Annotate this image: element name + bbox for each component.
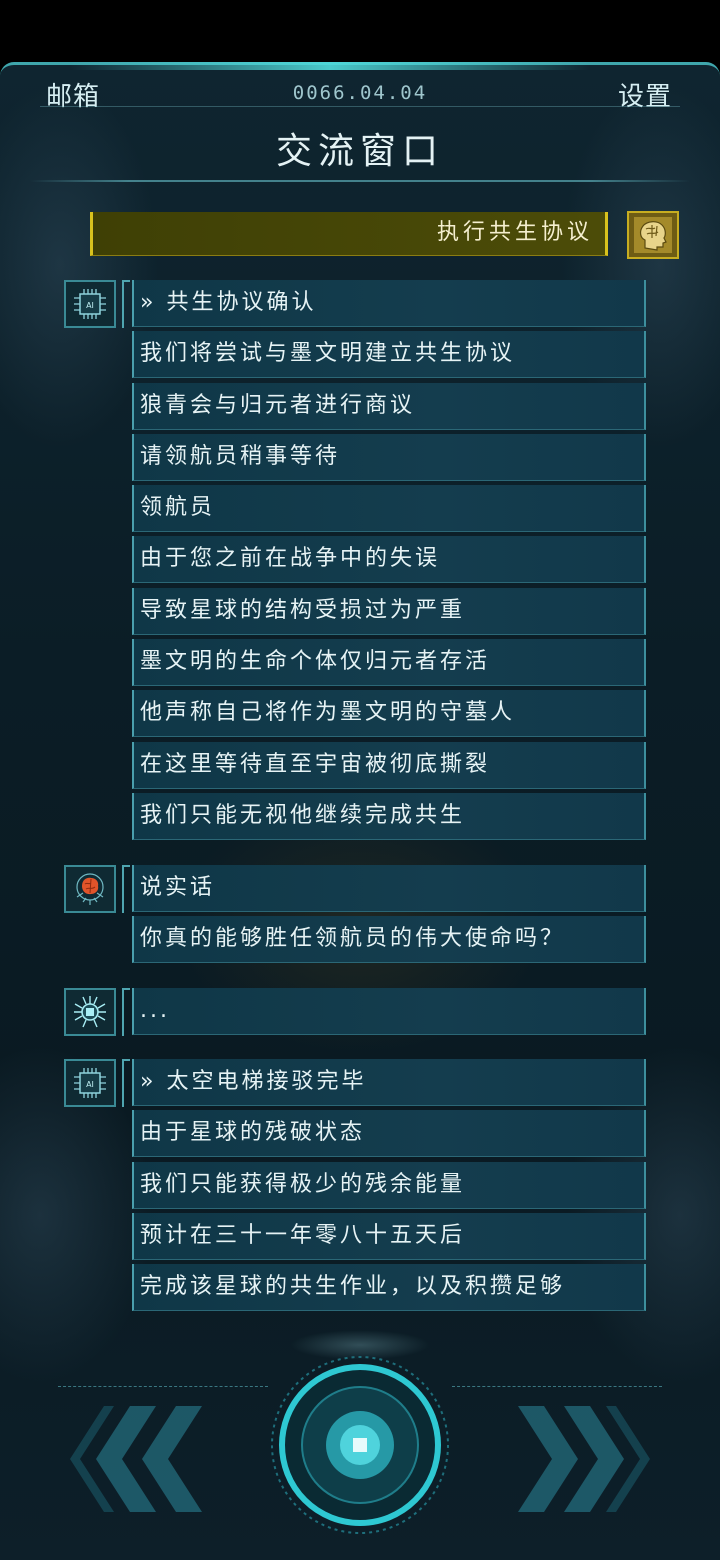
- next-button[interactable]: [506, 1404, 656, 1514]
- message-line: 在这里等待直至宇宙被彻底撕裂: [132, 741, 646, 789]
- panel-top-glow: [70, 62, 590, 70]
- center-ring-button-icon: [271, 1356, 449, 1534]
- settings-button[interactable]: 设置: [618, 76, 672, 113]
- message-line: 他声称自己将作为墨文明的守墓人: [132, 690, 646, 738]
- message-line: 领航员: [132, 485, 646, 533]
- message-line: 你真的能够胜任领航员的伟大使命吗？: [132, 916, 646, 964]
- message-line: 请领航员稍事等待: [132, 433, 646, 481]
- message-list: ...: [132, 988, 646, 1039]
- message-line: ...: [132, 988, 646, 1035]
- message-line: » 共生协议确认: [132, 280, 646, 327]
- message-bracket: [122, 1059, 130, 1107]
- message-line: 狼青会与归元者进行商议: [132, 382, 646, 430]
- message-line: 墨文明的生命个体仅归元者存活: [132, 639, 646, 687]
- status-bar: [0, 0, 720, 62]
- double-chevron-left-icon: [70, 1406, 202, 1512]
- message-bracket: [122, 865, 130, 913]
- svg-text:AI: AI: [86, 301, 94, 310]
- message-line: 由于您之前在战争中的失误: [132, 536, 646, 584]
- game-date: 0066.04.04: [292, 82, 428, 104]
- double-chevron-right-icon: [518, 1406, 650, 1512]
- message-list: 说实话 你真的能够胜任领航员的伟大使命吗？: [132, 865, 646, 968]
- page-title: 交流窗口: [275, 131, 444, 172]
- controls-divider-right: [452, 1386, 662, 1387]
- orange-brain-icon: [64, 865, 116, 913]
- svg-text:AI: AI: [86, 1080, 94, 1089]
- ai-chip-icon: AI: [64, 280, 116, 328]
- header-divider: [40, 106, 680, 107]
- message-list: » 共生协议确认 我们将尝试与墨文明建立共生协议 狼青会与归元者进行商议 请领航…: [132, 280, 646, 844]
- message-line: 导致星球的结构受损过为严重: [132, 587, 646, 635]
- brain-head-icon[interactable]: [627, 211, 679, 259]
- center-action-button[interactable]: [270, 1355, 450, 1535]
- message-line: 我们只能获得极少的残余能量: [132, 1161, 646, 1209]
- controls-divider-left: [58, 1386, 268, 1387]
- message-line: 由于星球的残破状态: [132, 1110, 646, 1158]
- message-list: » 太空电梯接驳完毕 由于星球的残破状态 我们只能获得极少的残余能量 预计在三十…: [132, 1059, 646, 1315]
- cpu-spider-icon: [64, 988, 116, 1036]
- game-screen: 邮箱 0066.04.04 设置 交流窗口 执行共生协议 AI » 共生协议确认…: [0, 0, 720, 1560]
- message-bracket: [122, 280, 130, 328]
- execute-symbiosis-button[interactable]: 执行共生协议: [90, 212, 608, 256]
- previous-button[interactable]: [64, 1404, 214, 1514]
- message-bracket: [122, 988, 130, 1036]
- message-line: 完成该星球的共生作业，以及积攒足够: [132, 1264, 646, 1312]
- title-divider: [30, 180, 690, 182]
- message-line: 预计在三十一年零八十五天后: [132, 1212, 646, 1260]
- message-line: 我们将尝试与墨文明建立共生协议: [132, 331, 646, 379]
- message-line: » 太空电梯接驳完毕: [132, 1059, 646, 1106]
- ai-chip-icon: AI: [64, 1059, 116, 1107]
- message-line: 我们只能无视他继续完成共生: [132, 792, 646, 840]
- message-line: 说实话: [132, 865, 646, 912]
